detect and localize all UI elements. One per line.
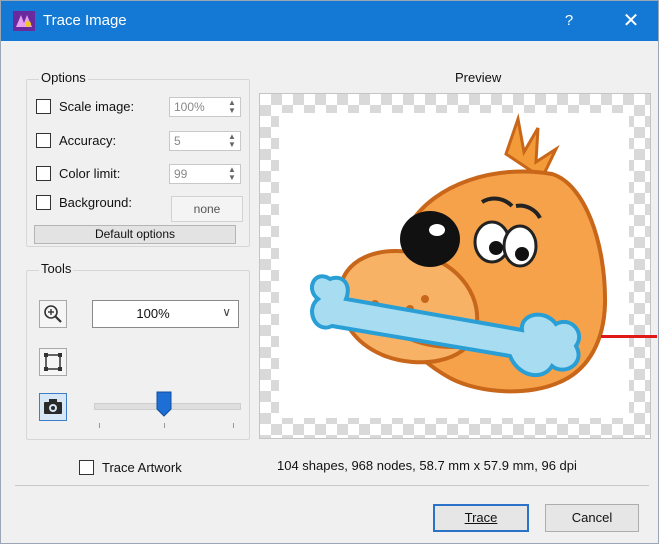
options-group-label: Options <box>39 70 88 85</box>
options-group: Options Scale image: 100% ▲ ▼ Accuracy: 5… <box>26 70 250 247</box>
camera-icon <box>44 399 62 414</box>
zoom-level-dropdown[interactable]: 100% ∨ <box>92 300 239 328</box>
slider-tick <box>164 423 165 428</box>
snapshot-button[interactable] <box>39 393 67 421</box>
color-limit-checkbox[interactable] <box>36 166 51 181</box>
spinner-arrows-icon[interactable]: ▲ ▼ <box>227 99 237 115</box>
trace-artwork-checkbox[interactable] <box>79 460 94 475</box>
footer-divider <box>15 485 649 486</box>
preview-label: Preview <box>455 70 502 85</box>
scale-image-label: Scale image: <box>59 99 135 114</box>
spinner-arrows-icon[interactable]: ▲ ▼ <box>227 133 237 149</box>
app-logo-icon <box>13 11 35 31</box>
trace-image-dialog: Trace Image ? ✕ Options Scale image: 100… <box>0 0 659 544</box>
color-limit-value: 99 <box>174 167 188 181</box>
preview-pane <box>259 93 651 439</box>
background-label: Background: <box>59 195 132 210</box>
default-options-button[interactable]: Default options <box>34 225 236 244</box>
cartoon-dog-image <box>310 113 608 394</box>
accuracy-checkbox[interactable] <box>36 133 51 148</box>
scale-image-value: 100% <box>174 100 205 114</box>
color-limit-spinner[interactable]: 99 ▲ ▼ <box>169 164 241 184</box>
crop-frame-icon <box>44 353 62 371</box>
threshold-slider-thumb[interactable] <box>156 391 172 417</box>
color-limit-label: Color limit: <box>59 166 121 181</box>
accuracy-value: 5 <box>174 134 181 148</box>
zoom-level-value: 100% <box>136 306 170 321</box>
chevron-down-icon: ∨ <box>222 305 231 319</box>
scale-image-checkbox[interactable] <box>36 99 51 114</box>
zoom-in-icon <box>44 305 62 323</box>
guide-line <box>601 335 657 338</box>
title-bar: Trace Image ? ✕ <box>1 1 658 41</box>
accuracy-spinner[interactable]: 5 ▲ ▼ <box>169 131 241 151</box>
scale-image-spinner[interactable]: 100% ▲ ▼ <box>169 97 241 117</box>
background-checkbox[interactable] <box>36 195 51 210</box>
spinner-arrows-icon[interactable]: ▲ ▼ <box>227 166 237 182</box>
cancel-button-label: Cancel <box>571 510 613 525</box>
trace-button[interactable]: Trace <box>433 504 529 532</box>
cancel-button[interactable]: Cancel <box>545 504 639 532</box>
accuracy-label: Accuracy: <box>59 133 117 148</box>
slider-tick <box>99 423 100 428</box>
background-color-button[interactable]: none <box>171 196 243 222</box>
trace-stats: 104 shapes, 968 nodes, 58.7 mm x 57.9 mm… <box>277 458 577 473</box>
help-button[interactable]: ? <box>549 1 589 41</box>
close-button[interactable]: ✕ <box>609 1 653 41</box>
tools-group-label: Tools <box>39 261 74 276</box>
slider-tick <box>233 423 234 428</box>
trace-artwork-label: Trace Artwork <box>102 460 182 475</box>
trace-button-label: Trace <box>464 510 498 525</box>
zoom-button[interactable] <box>39 300 67 328</box>
crop-frame-button[interactable] <box>39 348 67 376</box>
window-title: Trace Image <box>43 12 127 29</box>
